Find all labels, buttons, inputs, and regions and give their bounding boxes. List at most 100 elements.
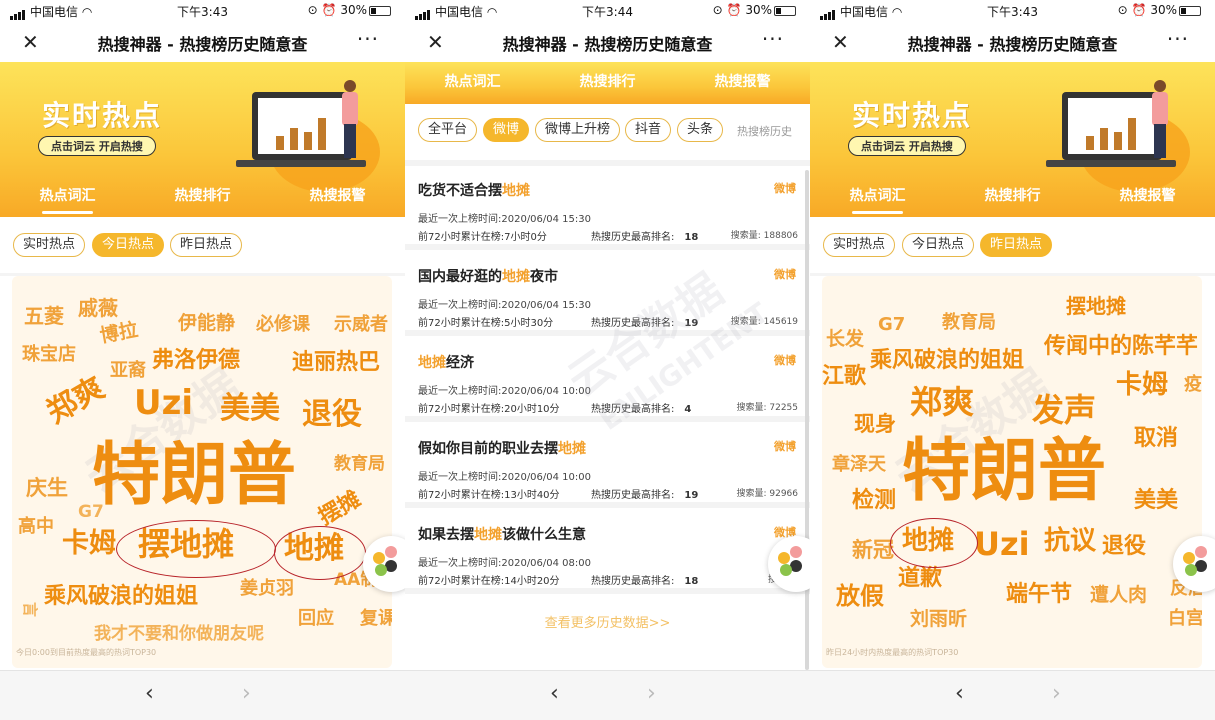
cloud-word[interactable]: 弗洛伊德	[152, 350, 240, 372]
lock-icon: ⊙	[1117, 3, 1128, 17]
cloud-word[interactable]: 传闻中的陈芊芊	[1044, 336, 1198, 358]
cloud-word[interactable]: 高中	[18, 518, 54, 536]
filter-realtime[interactable]: 实时热点	[13, 233, 86, 257]
cloud-word[interactable]: G7	[78, 504, 104, 521]
list-item[interactable]: 吃货不适合摆地摊 微博 最近一次上榜时间:2020/06/04 15:30 前7…	[405, 166, 810, 250]
forward-icon[interactable]: ›	[1052, 681, 1061, 706]
cloud-word[interactable]: 检测	[852, 490, 896, 512]
cloud-word[interactable]: 发声	[1032, 394, 1096, 426]
cloud-word[interactable]: 特朗普	[92, 442, 296, 510]
search-volume: 搜索量: 188806	[730, 231, 798, 241]
tab-alert[interactable]: 热搜报警	[675, 66, 810, 98]
cloud-word[interactable]: 美美	[220, 394, 280, 424]
tab-ranking[interactable]: 热搜排行	[135, 180, 270, 212]
cloud-word[interactable]: 示威者	[334, 316, 388, 334]
cloud-word[interactable]: 教育局	[334, 456, 385, 473]
tab-alert[interactable]: 热搜报警	[270, 180, 405, 212]
cloud-word[interactable]: 退役	[302, 400, 362, 430]
cloud-word[interactable]: 章泽天	[832, 456, 886, 474]
filter-today[interactable]: 今日热点	[902, 233, 975, 257]
cloud-word[interactable]: 摆摊	[314, 487, 365, 531]
cloud-word[interactable]: 端午节	[1006, 584, 1072, 606]
banner-cta[interactable]: 点击词云 开启热搜	[38, 136, 156, 156]
cloud-word[interactable]: 必修课	[256, 316, 310, 334]
tab-ranking[interactable]: 热搜排行	[540, 66, 675, 98]
cloud-word[interactable]: 五菱	[24, 306, 64, 326]
more-history-link[interactable]: 查看更多历史数据>>	[405, 612, 810, 631]
cloud-word[interactable]: 刘雨昕	[910, 610, 967, 629]
cloud-word[interactable]: Uzi	[974, 528, 1030, 560]
filter-douyin[interactable]: 抖音	[625, 118, 672, 142]
tab-hot-words[interactable]: 热点词汇	[405, 66, 540, 98]
cloud-word[interactable]: 疫情	[1184, 376, 1202, 394]
cloud-word[interactable]: 美美	[1134, 490, 1178, 512]
filter-toutiao[interactable]: 头条	[677, 118, 724, 142]
cloud-word[interactable]: 退役	[1102, 536, 1146, 558]
list-item[interactable]: 如果去摆地摊该做什么生意 微博 最近一次上榜时间:2020/06/04 08:0…	[405, 510, 810, 594]
cloud-word[interactable]: 长发	[826, 330, 864, 349]
cloud-word[interactable]: 郑爽	[41, 370, 110, 430]
item-title: 如果去摆地摊该做什么生意	[418, 527, 586, 543]
nav-bar: ✕ 热搜神器 - 热搜榜历史随意查 ···	[810, 22, 1215, 62]
list-item[interactable]: 假如你目前的职业去摆地摊 微博 最近一次上榜时间:2020/06/04 10:0…	[405, 424, 810, 508]
cloud-word[interactable]: 博拉	[98, 319, 139, 347]
filter-yesterday[interactable]: 昨日热点	[980, 233, 1053, 257]
filter-realtime[interactable]: 实时热点	[823, 233, 896, 257]
cloud-word[interactable]: G7	[878, 316, 905, 334]
scrollbar[interactable]	[805, 170, 809, 670]
cloud-word[interactable]: 回应	[298, 610, 334, 628]
cloud-word[interactable]: 言	[21, 602, 39, 617]
filter-all-platforms[interactable]: 全平台	[418, 118, 478, 142]
cloud-word[interactable]: Uzi	[134, 386, 193, 420]
cloud-word[interactable]: 戚薇	[78, 298, 118, 318]
cloud-word[interactable]: 放假	[836, 584, 884, 608]
filter-today[interactable]: 今日热点	[92, 233, 165, 257]
tab-hot-words[interactable]: 热点词汇	[0, 180, 135, 214]
tab-alert[interactable]: 热搜报警	[1080, 180, 1215, 212]
filter-yesterday[interactable]: 昨日热点	[170, 233, 243, 257]
filter-weibo-rising[interactable]: 微博上升榜	[535, 118, 621, 142]
cloud-word[interactable]: 新冠	[852, 540, 894, 561]
cloud-word[interactable]: 姜贞羽	[240, 580, 294, 598]
cloud-word[interactable]: 亚裔	[110, 362, 146, 380]
cloud-word[interactable]: 现身	[854, 414, 896, 435]
cloud-word[interactable]: 我才不要和你做朋友呢	[94, 626, 264, 643]
hero-banner: 实时热点 点击词云 开启热搜 热点词汇 热搜排行 热搜报警	[0, 62, 405, 217]
highest-rank: 热搜历史最高排名: 18	[591, 232, 699, 243]
cloud-word[interactable]: 摆地摊	[1066, 296, 1126, 316]
cloud-word[interactable]: 抗议	[1044, 528, 1096, 554]
filter-weibo[interactable]: 微博	[483, 118, 530, 142]
browser-bottom-bar: ‹ ›	[0, 670, 405, 720]
cloud-word[interactable]: 伊能静	[178, 314, 235, 333]
cloud-word[interactable]: 珠宝店	[22, 346, 76, 364]
more-menu-icon[interactable]: ···	[357, 27, 379, 51]
cloud-word[interactable]: 特朗普	[902, 438, 1106, 506]
lock-icon: ⊙	[307, 3, 318, 17]
cloud-word[interactable]: 江歌	[822, 366, 866, 388]
cloud-word[interactable]: 卡姆	[62, 530, 116, 557]
more-menu-icon[interactable]: ···	[1167, 27, 1189, 51]
tab-ranking[interactable]: 热搜排行	[945, 180, 1080, 212]
back-icon[interactable]: ‹	[550, 681, 559, 706]
back-icon[interactable]: ‹	[145, 681, 154, 706]
cloud-word[interactable]: 遭人肉	[1090, 586, 1147, 605]
highest-rank: 热搜历史最高排名: 18	[591, 576, 699, 587]
forward-icon[interactable]: ›	[647, 681, 656, 706]
cloud-word[interactable]: 取消	[1134, 428, 1178, 450]
forward-icon[interactable]: ›	[242, 681, 251, 706]
cloud-word[interactable]: 白宫	[1168, 610, 1202, 628]
cloud-word[interactable]: 复课	[360, 610, 392, 628]
tab-hot-words[interactable]: 热点词汇	[810, 180, 945, 214]
banner-cta[interactable]: 点击词云 开启热搜	[848, 136, 966, 156]
cloud-word[interactable]: 卡姆	[1116, 372, 1168, 398]
cloud-word[interactable]: 郑爽	[910, 386, 974, 418]
history-link[interactable]: 热搜榜历史	[737, 123, 792, 139]
cloud-word[interactable]: 乘风破浪的姐姐	[44, 586, 198, 608]
cloud-word[interactable]: 乘风破浪的姐姐	[870, 350, 1024, 372]
cloud-word[interactable]: 迪丽热巴	[292, 352, 380, 374]
cloud-word[interactable]: 教育局	[942, 314, 996, 332]
cloud-word[interactable]: 道歉	[898, 568, 942, 590]
back-icon[interactable]: ‹	[955, 681, 964, 706]
more-menu-icon[interactable]: ···	[762, 27, 784, 51]
cloud-word[interactable]: 庆生	[26, 478, 68, 499]
